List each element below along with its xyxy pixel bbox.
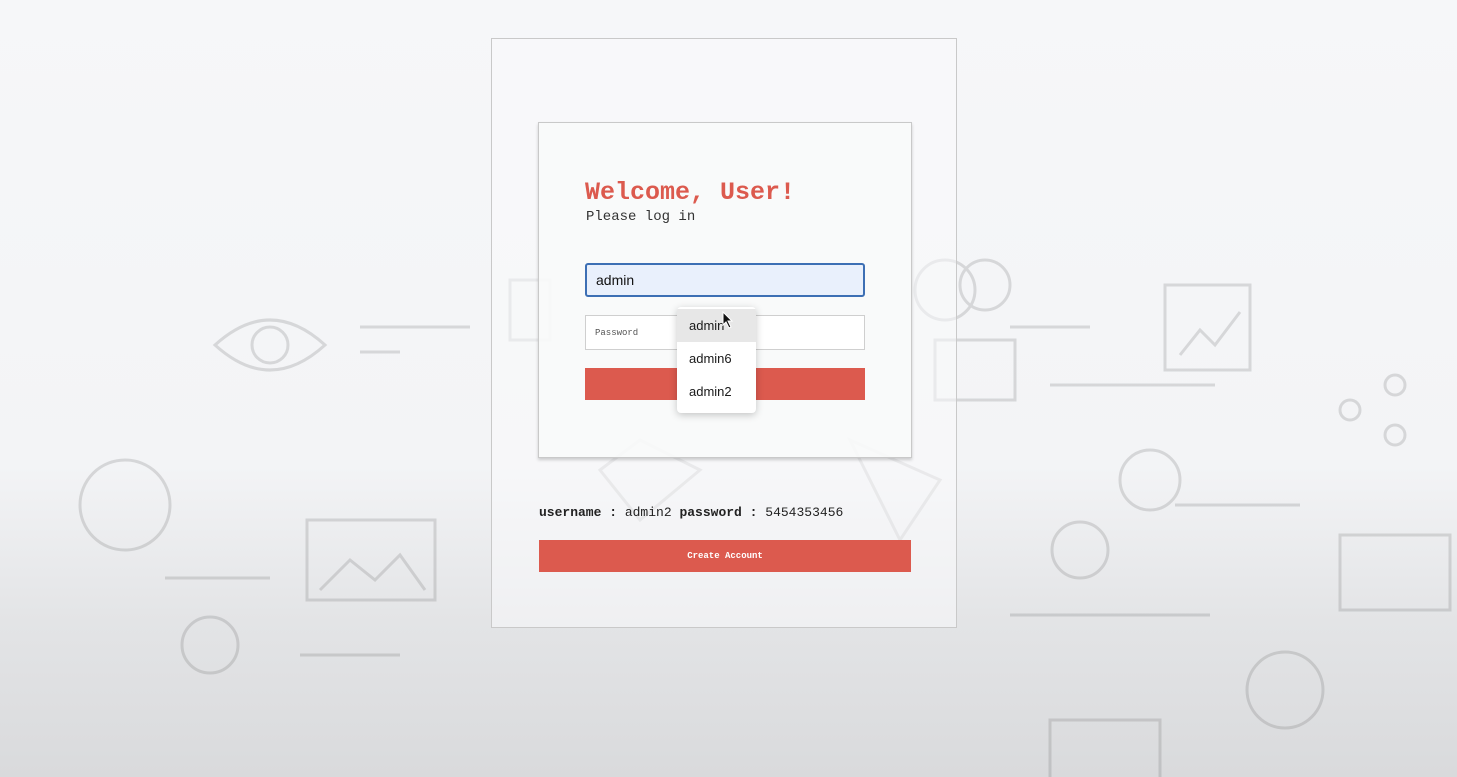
pie-chart-icon xyxy=(78,458,172,552)
password-value: 5454353456 xyxy=(765,505,844,520)
share-icon xyxy=(1383,373,1407,397)
username-input[interactable] xyxy=(585,263,865,297)
monitor-icon xyxy=(1163,283,1252,372)
credentials-hint: username : admin2 password : 5454353456 xyxy=(539,505,843,520)
autocomplete-dropdown: admin admin6 admin2 xyxy=(677,307,756,413)
image-frame-icon xyxy=(305,518,437,602)
password-key: password : xyxy=(679,505,758,520)
gear-icon xyxy=(180,615,240,675)
video-icon xyxy=(1338,533,1452,612)
person-icon xyxy=(1245,650,1325,730)
username-value: admin2 xyxy=(624,505,672,520)
eye-icon xyxy=(212,318,328,372)
create-account-button[interactable]: Create Account xyxy=(539,540,911,572)
camera-icon xyxy=(1048,718,1162,777)
page-title: Welcome, User! xyxy=(585,178,796,207)
autocomplete-option[interactable]: admin6 xyxy=(677,342,756,375)
autocomplete-option[interactable]: admin2 xyxy=(677,375,756,408)
login-subtitle: Please log in xyxy=(586,209,696,225)
autocomplete-option[interactable]: admin xyxy=(677,309,756,342)
username-key: username : xyxy=(539,505,618,520)
